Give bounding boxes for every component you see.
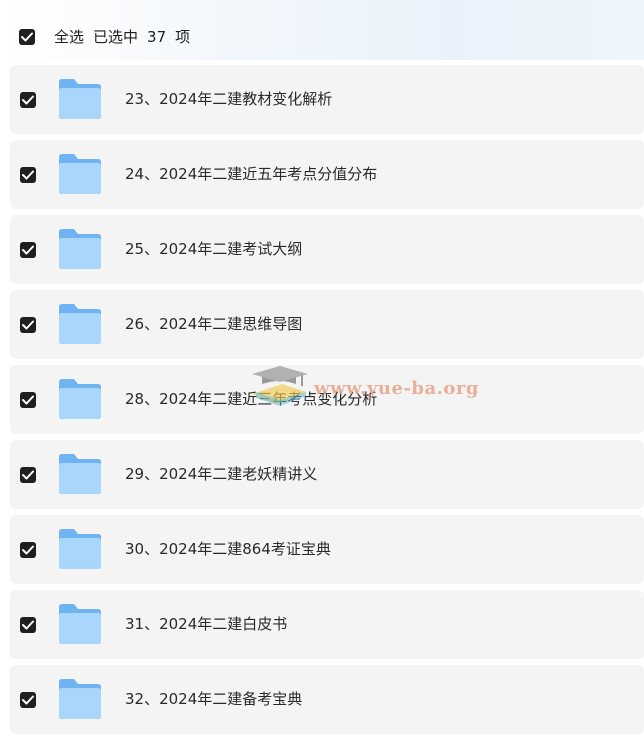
folder-name: 28、2024年二建近三年考点变化分析: [125, 390, 378, 408]
list-item[interactable]: 29、2024年二建老妖精讲义: [10, 440, 644, 509]
list-item[interactable]: 23、2024年二建教材变化解析: [10, 65, 644, 134]
checkmark-icon: [22, 620, 34, 630]
item-checkbox[interactable]: [20, 692, 36, 708]
checkmark-icon: [22, 95, 34, 105]
folder-icon: [59, 304, 101, 344]
folder-icon: [59, 604, 101, 644]
list-item[interactable]: 32、2024年二建备考宝典: [10, 665, 644, 734]
folder-icon: [59, 379, 101, 419]
folder-name: 23、2024年二建教材变化解析: [125, 90, 333, 108]
item-checkbox[interactable]: [20, 242, 36, 258]
checkmark-icon: [22, 320, 34, 330]
checkmark-icon: [22, 470, 34, 480]
list-item[interactable]: 31、2024年二建白皮书: [10, 590, 644, 659]
list-item[interactable]: 26、2024年二建思维导图: [10, 290, 644, 359]
folder-name: 32、2024年二建备考宝典: [125, 690, 303, 708]
selected-count: 37: [147, 28, 167, 46]
checkmark-icon: [22, 545, 34, 555]
folder-icon: [59, 79, 101, 119]
folder-list: 23、2024年二建教材变化解析 24、2024年二建近五年考点分值分布 25、…: [10, 65, 644, 738]
item-checkbox[interactable]: [20, 542, 36, 558]
folder-name: 25、2024年二建考试大纲: [125, 240, 303, 258]
list-item[interactable]: 24、2024年二建近五年考点分值分布: [10, 140, 644, 209]
folder-name: 24、2024年二建近五年考点分值分布: [125, 165, 378, 183]
item-checkbox[interactable]: [20, 317, 36, 333]
checkmark-icon: [22, 170, 34, 180]
folder-name: 30、2024年二建864考证宝典: [125, 540, 331, 558]
item-checkbox[interactable]: [20, 392, 36, 408]
checkmark-icon: [22, 395, 34, 405]
folder-name: 26、2024年二建思维导图: [125, 315, 303, 333]
list-item[interactable]: 25、2024年二建考试大纲: [10, 215, 644, 284]
selection-header: 全选 已选中 37 项: [0, 0, 644, 60]
folder-icon: [59, 154, 101, 194]
selected-prefix: 已选中: [93, 28, 139, 46]
folder-icon: [59, 454, 101, 494]
selected-suffix: 项: [175, 28, 191, 46]
list-item[interactable]: 30、2024年二建864考证宝典: [10, 515, 644, 584]
checkmark-icon: [21, 32, 33, 42]
checkmark-icon: [22, 245, 34, 255]
item-checkbox[interactable]: [20, 617, 36, 633]
folder-icon: [59, 529, 101, 569]
select-all-label[interactable]: 全选: [54, 28, 84, 46]
checkmark-icon: [22, 695, 34, 705]
folder-icon: [59, 229, 101, 269]
item-checkbox[interactable]: [20, 167, 36, 183]
folder-icon: [59, 679, 101, 719]
folder-name: 29、2024年二建老妖精讲义: [125, 465, 318, 483]
select-all-checkbox[interactable]: [19, 29, 35, 45]
selection-summary: 全选 已选中 37 项: [54, 28, 199, 46]
folder-name: 31、2024年二建白皮书: [125, 615, 288, 633]
item-checkbox[interactable]: [20, 467, 36, 483]
list-item[interactable]: 28、2024年二建近三年考点变化分析: [10, 365, 644, 434]
file-selection-list-page: 全选 已选中 37 项 23、2024年二建教材变化解析 24、2024年二建近五年考…: [0, 0, 644, 738]
item-checkbox[interactable]: [20, 92, 36, 108]
